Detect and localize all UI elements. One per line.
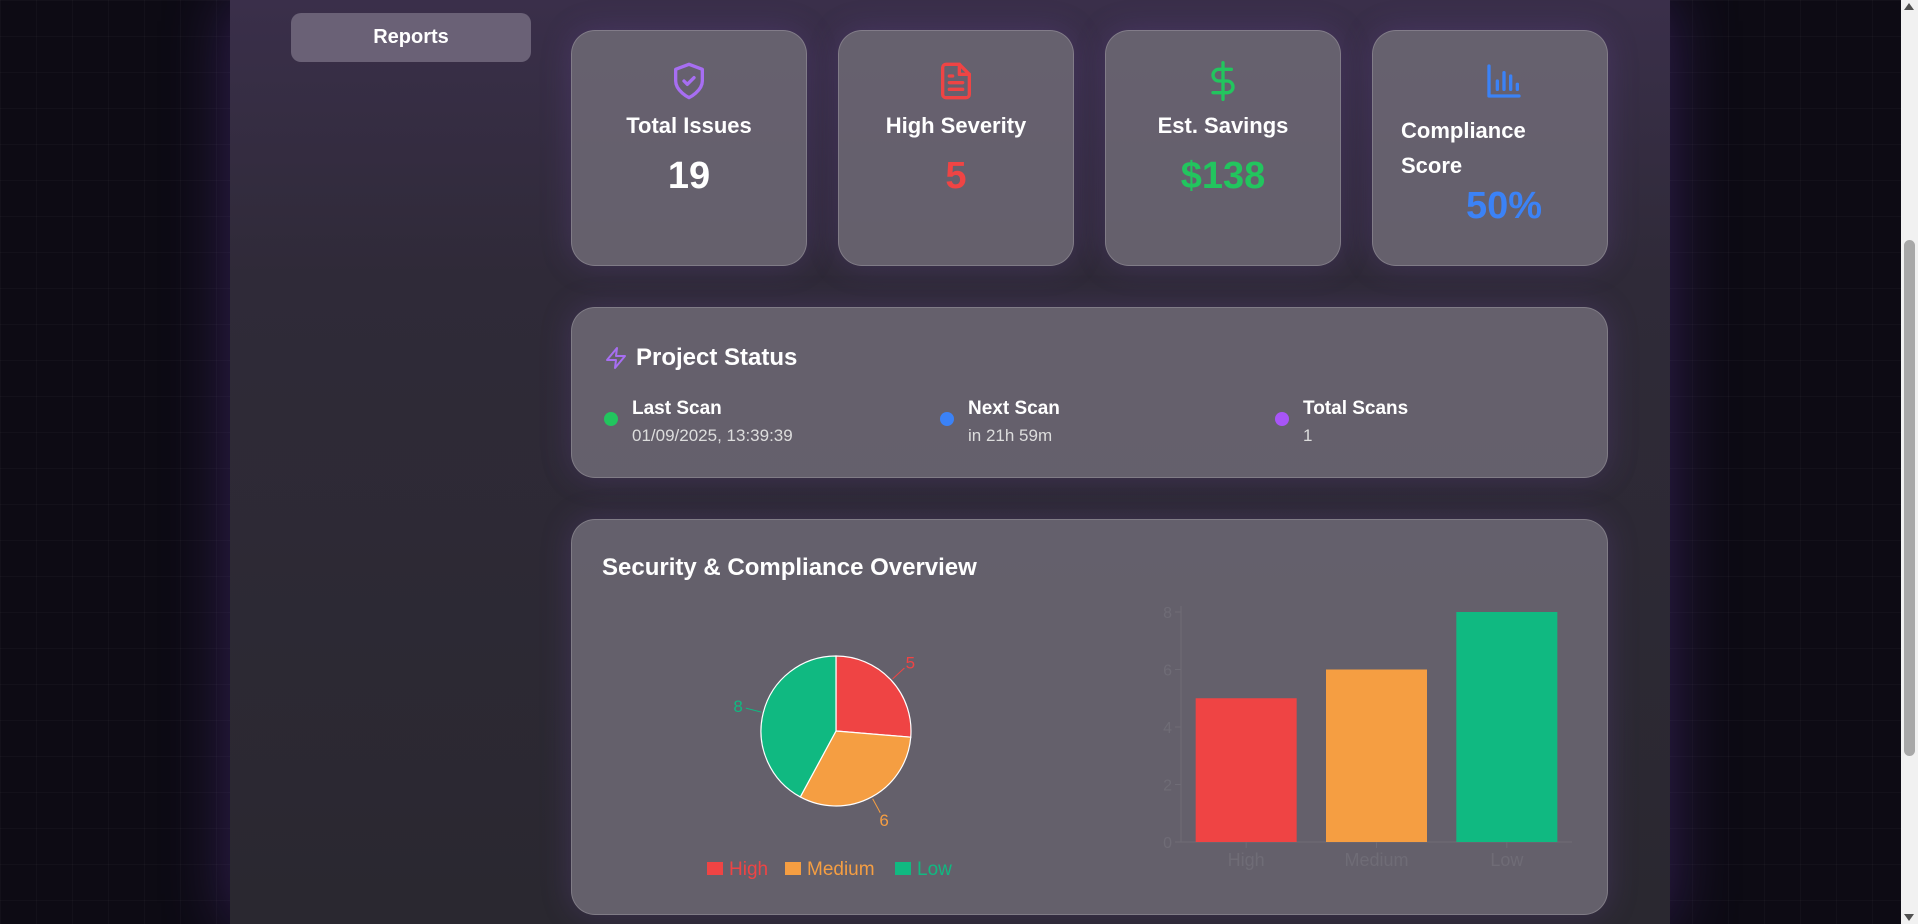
stat-value: 19	[667, 155, 711, 197]
bar-y-tick-label: 8	[1163, 605, 1172, 622]
stat-label: Compliance Score	[1401, 118, 1526, 178]
file-text-icon	[941, 62, 971, 100]
sidebar-item-reports[interactable]: Reports	[291, 13, 531, 62]
legend-swatch-medium	[785, 862, 801, 875]
status-dot	[1275, 412, 1289, 426]
status-value: in 21h 59m	[968, 426, 1053, 445]
dollar-icon	[1211, 61, 1235, 101]
status-value: 1	[1303, 426, 1313, 445]
stat-card-total-issues: Total Issues 19	[571, 30, 807, 266]
stat-value: 5	[945, 155, 967, 197]
pie-data-label: 8	[733, 697, 742, 716]
bar-x-tick-label: Medium	[1344, 850, 1408, 870]
overview-card: Security & Compliance Overview 5 6 8 High Me…	[571, 519, 1608, 915]
bar-y-tick-label: 0	[1163, 835, 1172, 852]
status-item-last-scan: Last Scan 01/09/2025, 13:39:39	[604, 398, 793, 446]
legend-label-low: Low	[917, 859, 952, 880]
bar-y-tick-label: 4	[1163, 720, 1172, 737]
project-status-title: Project Status	[636, 344, 798, 371]
project-status-heading: Project Status	[604, 344, 797, 372]
status-dot	[940, 412, 954, 426]
stat-value: $138	[1180, 155, 1266, 197]
lightning-icon	[606, 347, 626, 369]
bar-x-tick-label: High	[1228, 850, 1265, 870]
overview-charts: 5 6 8 High Medium Low 0 2 4 6 8 High Medium Low	[707, 605, 1572, 880]
scrollbar[interactable]	[1901, 0, 1918, 924]
legend-label-high: High	[729, 859, 768, 880]
pie-slice-high	[835, 655, 912, 738]
status-value: 01/09/2025, 13:39:39	[632, 426, 793, 445]
stat-label: High Severity	[885, 113, 1027, 138]
bar-chart-icon	[1487, 64, 1521, 98]
stat-label: Est. Savings	[1157, 113, 1289, 138]
bar-high	[1195, 698, 1297, 842]
bar-low	[1456, 612, 1558, 842]
pie-leader-line	[892, 667, 905, 680]
status-label: Next Scan	[968, 398, 1060, 419]
scrollbar-thumb[interactable]	[1904, 240, 1915, 756]
pie-data-label: 5	[906, 654, 915, 673]
bar-x-tick-label: Low	[1490, 850, 1524, 870]
shield-check-icon	[674, 62, 704, 100]
stat-card-est-savings: Est. Savings $138	[1105, 30, 1341, 266]
stat-card-compliance-score: Compliance Score 50%	[1372, 30, 1608, 266]
status-item-total-scans: Total Scans 1	[1275, 398, 1408, 446]
status-label: Last Scan	[632, 398, 722, 419]
scroll-down-icon[interactable]	[1904, 914, 1914, 921]
bar-y-tick-label: 2	[1163, 778, 1172, 795]
pie-data-label: 6	[879, 811, 888, 830]
stat-card-high-severity: High Severity 5	[838, 30, 1074, 266]
legend-swatch-high	[707, 862, 723, 875]
bar-y-tick-label: 6	[1163, 663, 1172, 680]
pie-leader-line	[745, 707, 762, 713]
project-status-card: Project Status Last Scan 01/09/2025, 13:…	[571, 307, 1608, 478]
status-item-next-scan: Next Scan in 21h 59m	[940, 398, 1060, 446]
stat-label: Total Issues	[626, 113, 752, 138]
status-label: Total Scans	[1303, 398, 1409, 419]
scroll-up-icon[interactable]	[1904, 3, 1914, 10]
legend-label-medium: Medium	[807, 859, 875, 880]
status-dot	[604, 412, 618, 426]
legend-swatch-low	[895, 862, 911, 875]
bar-medium	[1326, 669, 1427, 842]
stat-value: 50%	[1465, 185, 1543, 227]
